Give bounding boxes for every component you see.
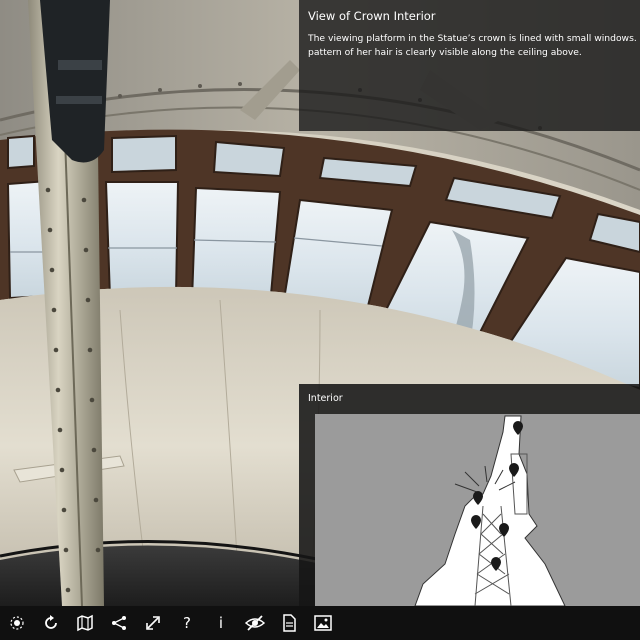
document-icon xyxy=(283,614,296,632)
help-button[interactable]: ? xyxy=(170,606,204,640)
info-panel: View of Crown Interior The viewing platf… xyxy=(299,0,640,131)
gyroscope-icon xyxy=(10,616,24,630)
statue-diagram xyxy=(414,415,566,606)
viewer-toolbar: ? i xyxy=(0,606,640,640)
document-button[interactable] xyxy=(272,606,306,640)
gyro-button[interactable] xyxy=(0,606,34,640)
statue-silhouette xyxy=(414,415,566,606)
autorotate-button[interactable] xyxy=(34,606,68,640)
info-text-line: The viewing platform in the Statue’s cro… xyxy=(308,33,637,44)
map-button[interactable] xyxy=(68,606,102,640)
fullscreen-button[interactable] xyxy=(136,606,170,640)
map-area[interactable] xyxy=(315,414,640,606)
eye-slash-icon xyxy=(245,615,265,631)
map-title: Interior xyxy=(308,393,343,404)
info-icon: i xyxy=(218,614,224,632)
rotate-icon xyxy=(45,615,57,629)
question-icon: ? xyxy=(183,614,191,632)
info-button[interactable]: i xyxy=(204,606,238,640)
share-button[interactable] xyxy=(102,606,136,640)
floor-map-panel: Interior xyxy=(299,384,640,606)
hide-hotspots-button[interactable] xyxy=(238,606,272,640)
info-title: View of Crown Interior xyxy=(308,9,436,23)
info-text-line: pattern of her hair is clearly visible a… xyxy=(308,46,582,58)
share-icon xyxy=(112,616,126,630)
image-icon xyxy=(314,615,332,631)
expand-icon xyxy=(146,616,160,630)
gallery-button[interactable] xyxy=(306,606,340,640)
map-icon xyxy=(77,614,93,632)
